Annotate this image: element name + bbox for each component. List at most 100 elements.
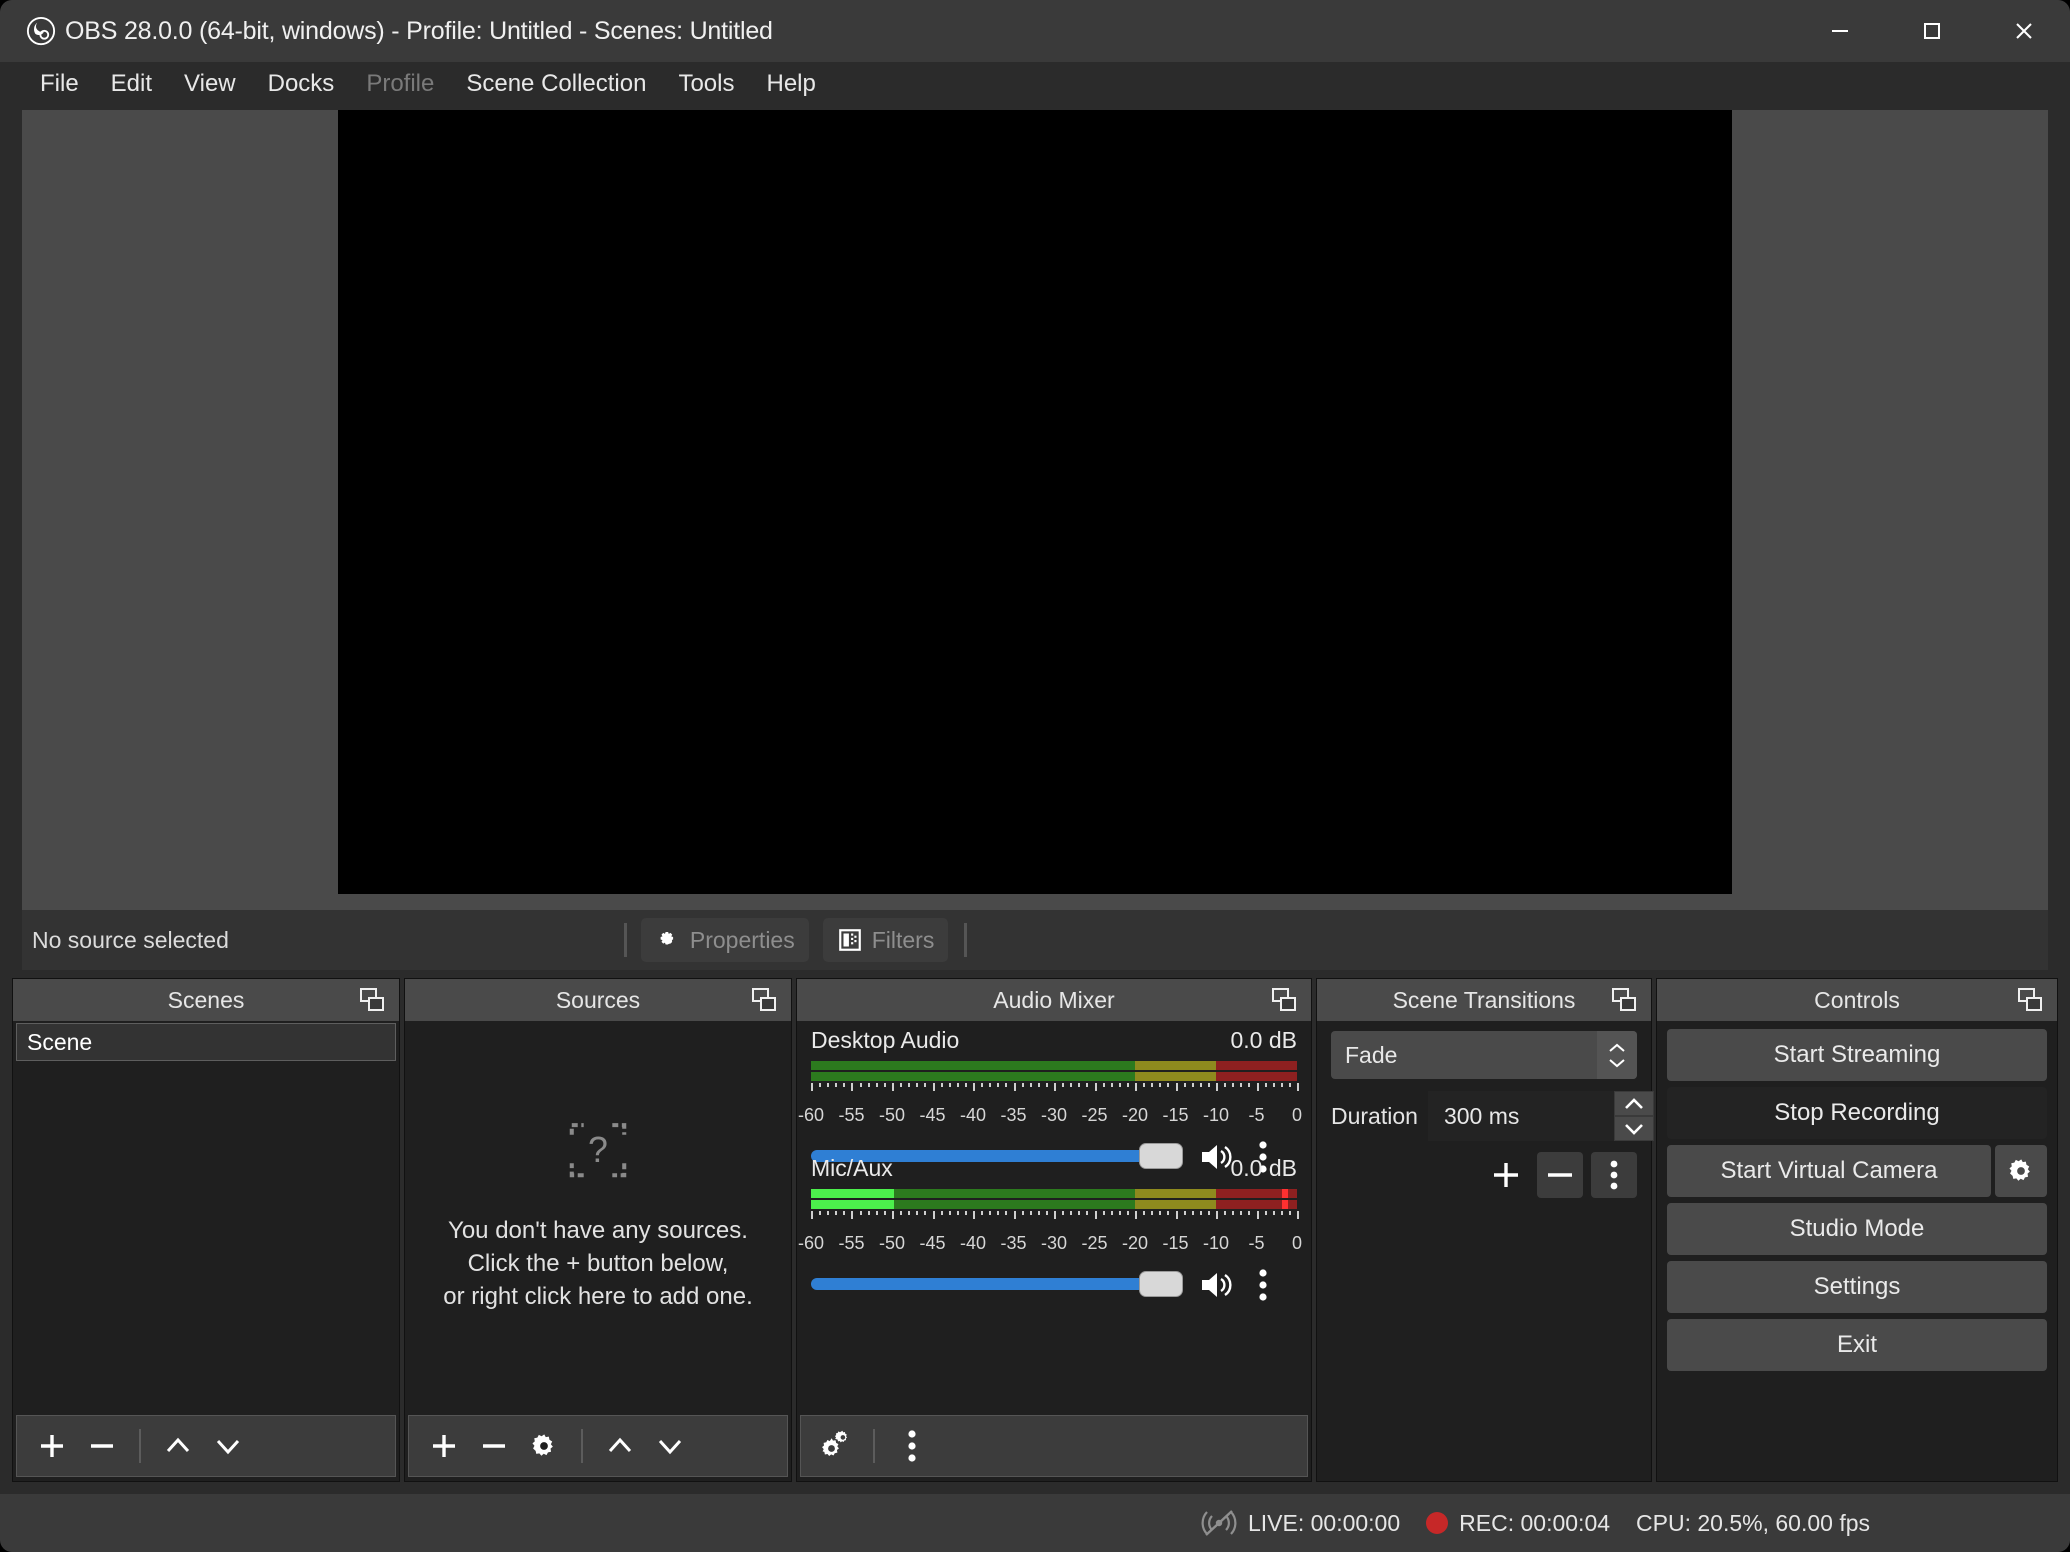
menu-view[interactable]: View — [168, 62, 252, 106]
speaker-on-icon[interactable] — [1199, 1269, 1233, 1301]
preview-canvas[interactable] — [338, 110, 1732, 894]
meter-scale-tick-label: -20 — [1122, 1233, 1148, 1254]
preview-area[interactable] — [22, 110, 2048, 910]
undock-icon[interactable] — [2016, 987, 2044, 1013]
maximize-button[interactable] — [1886, 0, 1978, 62]
exit-label: Exit — [1837, 1331, 1877, 1359]
mixer-channel-header: Desktop Audio 0.0 dB — [811, 1027, 1297, 1059]
meter-scale-tick-label: -5 — [1248, 1105, 1264, 1126]
duration-input[interactable]: 300 ms — [1428, 1091, 1614, 1141]
meter-bar-right — [811, 1072, 1297, 1081]
chevron-down-icon — [1621, 1122, 1647, 1136]
mixer-channel: Desktop Audio 0.0 dB — [797, 1021, 1311, 1149]
filters-button[interactable]: Filters — [823, 918, 949, 962]
sources-empty-line-2: Click the + button below, — [443, 1247, 753, 1280]
question-mark-icon: ? — [567, 1118, 629, 1180]
volume-slider-knob[interactable] — [1139, 1271, 1183, 1297]
transition-buttons — [1331, 1151, 1637, 1199]
studio-mode-label: Studio Mode — [1790, 1215, 1925, 1243]
duration-increment-button[interactable] — [1614, 1091, 1654, 1116]
move-source-up-button[interactable] — [597, 1422, 643, 1470]
transition-menu-button[interactable] — [1591, 1152, 1637, 1198]
properties-button[interactable]: Properties — [641, 918, 809, 962]
menu-scene-collection[interactable]: Scene Collection — [450, 62, 662, 106]
audio-settings-icon — [817, 1429, 855, 1463]
menu-docks[interactable]: Docks — [252, 62, 351, 106]
transition-select[interactable]: Fade — [1331, 1031, 1637, 1079]
vertical-dots-icon[interactable] — [1251, 1268, 1275, 1302]
stop-recording-label: Stop Recording — [1774, 1099, 1939, 1127]
scenes-list[interactable]: Scene — [13, 1021, 399, 1410]
stop-recording-button[interactable]: Stop Recording — [1667, 1087, 2047, 1139]
mixer-menu-button[interactable] — [889, 1422, 935, 1470]
audio-mixer-toolbar — [800, 1415, 1308, 1477]
minimize-button[interactable] — [1794, 0, 1886, 62]
undock-icon[interactable] — [750, 987, 778, 1013]
gear-icon — [2006, 1156, 2036, 1186]
source-properties-button[interactable] — [521, 1422, 567, 1470]
add-source-button[interactable] — [421, 1422, 467, 1470]
start-virtual-camera-button[interactable]: Start Virtual Camera — [1667, 1145, 1991, 1197]
cpu-status-group: CPU: 20.5%, 60.00 fps — [1636, 1510, 1870, 1537]
start-virtual-camera-label: Start Virtual Camera — [1721, 1157, 1938, 1185]
duration-spinner[interactable] — [1614, 1091, 1654, 1141]
scenes-dock-header: Scenes — [13, 979, 399, 1021]
menu-tools[interactable]: Tools — [662, 62, 750, 106]
remove-scene-button[interactable] — [79, 1422, 125, 1470]
vertical-dots-icon — [1603, 1159, 1625, 1191]
plus-icon — [35, 1429, 69, 1463]
transition-select-arrows[interactable] — [1597, 1031, 1637, 1079]
meter-bar-left — [811, 1189, 1297, 1198]
meter-scale-tick-label: -45 — [919, 1233, 945, 1254]
meter-scale-tick-label: -10 — [1203, 1233, 1229, 1254]
mixer-channel-db: 0.0 dB — [1231, 1027, 1298, 1054]
minus-icon — [85, 1429, 119, 1463]
toolbar-separator — [624, 923, 627, 957]
obs-main-window: OBS 28.0.0 (64-bit, windows) - Profile: … — [0, 0, 2070, 1552]
virtual-camera-settings-button[interactable] — [1995, 1145, 2047, 1197]
meter-scale-tick-label: -15 — [1162, 1233, 1188, 1254]
close-button[interactable] — [1978, 0, 2070, 62]
undock-icon[interactable] — [1270, 987, 1298, 1013]
remove-source-button[interactable] — [471, 1422, 517, 1470]
menu-help[interactable]: Help — [750, 62, 831, 106]
undock-icon[interactable] — [358, 987, 386, 1013]
menu-edit[interactable]: Edit — [95, 62, 168, 106]
meter-bar-right — [811, 1200, 1297, 1209]
exit-button[interactable]: Exit — [1667, 1319, 2047, 1371]
minus-icon — [1543, 1158, 1577, 1192]
remove-transition-button[interactable] — [1537, 1152, 1583, 1198]
move-scene-up-button[interactable] — [155, 1422, 201, 1470]
chevron-up-icon — [161, 1429, 195, 1463]
scene-name: Scene — [27, 1029, 92, 1056]
minimize-icon — [1825, 16, 1855, 46]
undock-icon[interactable] — [1610, 987, 1638, 1013]
audio-level-meter — [811, 1189, 1297, 1227]
start-streaming-button[interactable]: Start Streaming — [1667, 1029, 2047, 1081]
meter-scale-tick-label: -60 — [798, 1233, 824, 1254]
chevron-down-icon — [211, 1429, 245, 1463]
chevron-down-icon — [653, 1429, 687, 1463]
audio-advanced-properties-button[interactable] — [813, 1422, 859, 1470]
volume-slider[interactable] — [811, 1278, 1183, 1290]
properties-label: Properties — [690, 927, 795, 954]
sources-empty-state[interactable]: ? You don't have any sources. Click the … — [405, 1021, 791, 1410]
studio-mode-button[interactable]: Studio Mode — [1667, 1203, 2047, 1255]
meter-scale-tick-label: -30 — [1041, 1233, 1067, 1254]
move-scene-down-button[interactable] — [205, 1422, 251, 1470]
title-group: OBS 28.0.0 (64-bit, windows) - Profile: … — [26, 0, 773, 62]
menu-file[interactable]: File — [24, 62, 95, 106]
meter-scale-tick-label: -5 — [1248, 1233, 1264, 1254]
meter-scale-tick-label: -50 — [879, 1105, 905, 1126]
broadcast-off-icon — [1201, 1508, 1237, 1538]
move-source-down-button[interactable] — [647, 1422, 693, 1470]
add-scene-button[interactable] — [29, 1422, 75, 1470]
sources-dock-header: Sources — [405, 979, 791, 1021]
duration-decrement-button[interactable] — [1614, 1116, 1654, 1141]
toolbar-separator — [139, 1429, 141, 1463]
add-transition-button[interactable] — [1483, 1152, 1529, 1198]
meter-scale-tick-label: -10 — [1203, 1105, 1229, 1126]
scene-list-item[interactable]: Scene — [16, 1023, 396, 1061]
settings-button[interactable]: Settings — [1667, 1261, 2047, 1313]
meter-scale-tick-label: -20 — [1122, 1105, 1148, 1126]
